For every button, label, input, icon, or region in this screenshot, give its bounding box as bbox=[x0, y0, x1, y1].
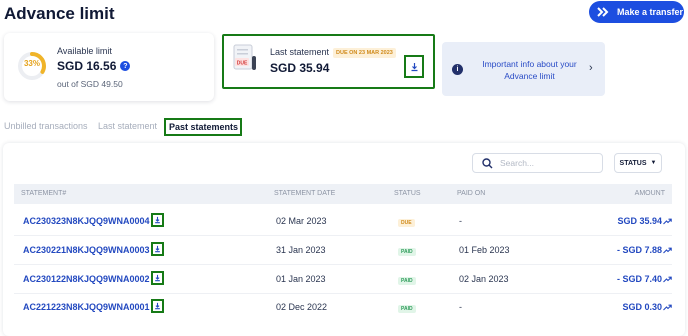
amount: SGD 35.94 bbox=[617, 216, 672, 226]
page-title: Advance limit bbox=[4, 4, 115, 23]
paid-on: - bbox=[459, 216, 462, 226]
doc-due-label: DUE bbox=[237, 60, 248, 66]
info-icon: i bbox=[452, 64, 463, 75]
search-input[interactable] bbox=[500, 158, 600, 168]
table-header: STATEMENT# STATEMENT DATE STATUS PAID ON… bbox=[14, 184, 672, 204]
amount: - SGD 7.88 bbox=[617, 245, 672, 255]
available-limit-amount: SGD 16.56 bbox=[57, 59, 117, 73]
available-limit-label: Available limit bbox=[57, 46, 112, 56]
row-download-button[interactable] bbox=[151, 299, 164, 313]
last-statement-card: DUE Last statement DUE ON 23 MAR 2023 SG… bbox=[222, 34, 435, 89]
row-download-button[interactable] bbox=[151, 271, 164, 285]
paid-on: - bbox=[459, 302, 462, 312]
table-row[interactable]: AC230323N8KJQQ9WNA0004 02 Mar 2023 DUE -… bbox=[14, 208, 672, 236]
amount-value: - SGD 7.40 bbox=[616, 274, 662, 284]
statement-date: 02 Dec 2022 bbox=[276, 302, 328, 312]
status-filter-button[interactable]: STATUS ▼ bbox=[614, 153, 662, 173]
tab-last-statement[interactable]: Last statement bbox=[98, 121, 157, 131]
trend-arrow-icon bbox=[663, 218, 672, 224]
status-badge: PAID bbox=[398, 305, 416, 313]
advance-limit-info-card[interactable]: i Important info about your Advance limi… bbox=[442, 42, 605, 96]
amount-value: SGD 35.94 bbox=[617, 216, 662, 226]
header-statement-date: STATEMENT DATE bbox=[274, 190, 336, 197]
trend-arrow-icon bbox=[663, 276, 672, 282]
status-badge: DUE bbox=[398, 219, 415, 227]
available-limit-value: SGD 16.56 ? bbox=[57, 59, 131, 73]
row-download-button[interactable] bbox=[151, 213, 164, 227]
search-box[interactable] bbox=[472, 153, 603, 173]
download-icon bbox=[155, 216, 160, 224]
statement-date: 01 Jan 2023 bbox=[276, 274, 326, 284]
amount: - SGD 7.40 bbox=[617, 274, 672, 284]
amount-value: - SGD 7.88 bbox=[616, 245, 662, 255]
last-statement-label: Last statement bbox=[270, 47, 330, 57]
download-statement-button[interactable] bbox=[404, 55, 424, 78]
make-transfer-label: Make a transfer bbox=[617, 7, 684, 17]
table-row[interactable]: AC221223N8KJQQ9WNA0001 02 Dec 2022 PAID … bbox=[14, 294, 672, 322]
statement-id[interactable]: AC230221N8KJQQ9WNA0003 bbox=[23, 245, 150, 255]
amount-value: SGD 0.30 bbox=[622, 302, 662, 312]
last-statement-amount: SGD 35.94 bbox=[270, 61, 330, 75]
tab-past-statements[interactable]: Past statements bbox=[164, 118, 243, 136]
statement-date: 02 Mar 2023 bbox=[276, 216, 327, 226]
status-badge: PAID bbox=[398, 277, 416, 285]
download-icon bbox=[155, 302, 160, 310]
row-download-button[interactable] bbox=[151, 242, 164, 256]
double-chevron-icon bbox=[595, 4, 611, 20]
table-row[interactable]: AC230221N8KJQQ9WNA0003 31 Jan 2023 PAID … bbox=[14, 237, 672, 265]
tab-unbilled-transactions[interactable]: Unbilled transactions bbox=[4, 121, 88, 131]
info-text: Important info about your Advance limit bbox=[482, 59, 577, 81]
download-icon bbox=[411, 62, 417, 71]
header-paid-on: PAID ON bbox=[457, 190, 486, 197]
trend-arrow-icon bbox=[663, 304, 672, 310]
statement-id[interactable]: AC230122N8KJQQ9WNA0002 bbox=[23, 274, 150, 284]
download-icon bbox=[155, 274, 160, 282]
trend-arrow-icon bbox=[663, 247, 672, 253]
make-transfer-button[interactable]: Make a transfer bbox=[589, 1, 684, 23]
table-row[interactable]: AC230122N8KJQQ9WNA0002 01 Jan 2023 PAID … bbox=[14, 266, 672, 294]
caret-down-icon: ▼ bbox=[650, 160, 657, 166]
statement-date: 31 Jan 2023 bbox=[276, 245, 326, 255]
statement-id[interactable]: AC221223N8KJQQ9WNA0001 bbox=[23, 302, 150, 312]
download-icon bbox=[155, 245, 160, 253]
search-icon bbox=[482, 157, 493, 168]
due-date-badge: DUE ON 23 MAR 2023 bbox=[333, 48, 396, 58]
amount: SGD 0.30 bbox=[622, 302, 672, 312]
statement-id[interactable]: AC230323N8KJQQ9WNA0004 bbox=[23, 216, 150, 226]
header-amount: AMOUNT bbox=[634, 190, 665, 197]
available-limit-card: 33% Available limit SGD 16.56 ? out of S… bbox=[4, 33, 214, 101]
status-filter-label: STATUS bbox=[619, 159, 647, 167]
header-statement: STATEMENT# bbox=[21, 190, 67, 197]
paid-on: 02 Jan 2023 bbox=[459, 274, 509, 284]
limit-percent: 33% bbox=[23, 59, 40, 68]
limit-total: out of SGD 49.50 bbox=[57, 79, 123, 89]
paid-on: 01 Feb 2023 bbox=[459, 245, 510, 255]
help-icon[interactable]: ? bbox=[120, 61, 131, 71]
status-badge: PAID bbox=[398, 248, 416, 256]
header-status: STATUS bbox=[394, 190, 421, 197]
statement-document-icon: DUE bbox=[233, 44, 256, 70]
chevron-right-icon: › bbox=[589, 62, 593, 74]
